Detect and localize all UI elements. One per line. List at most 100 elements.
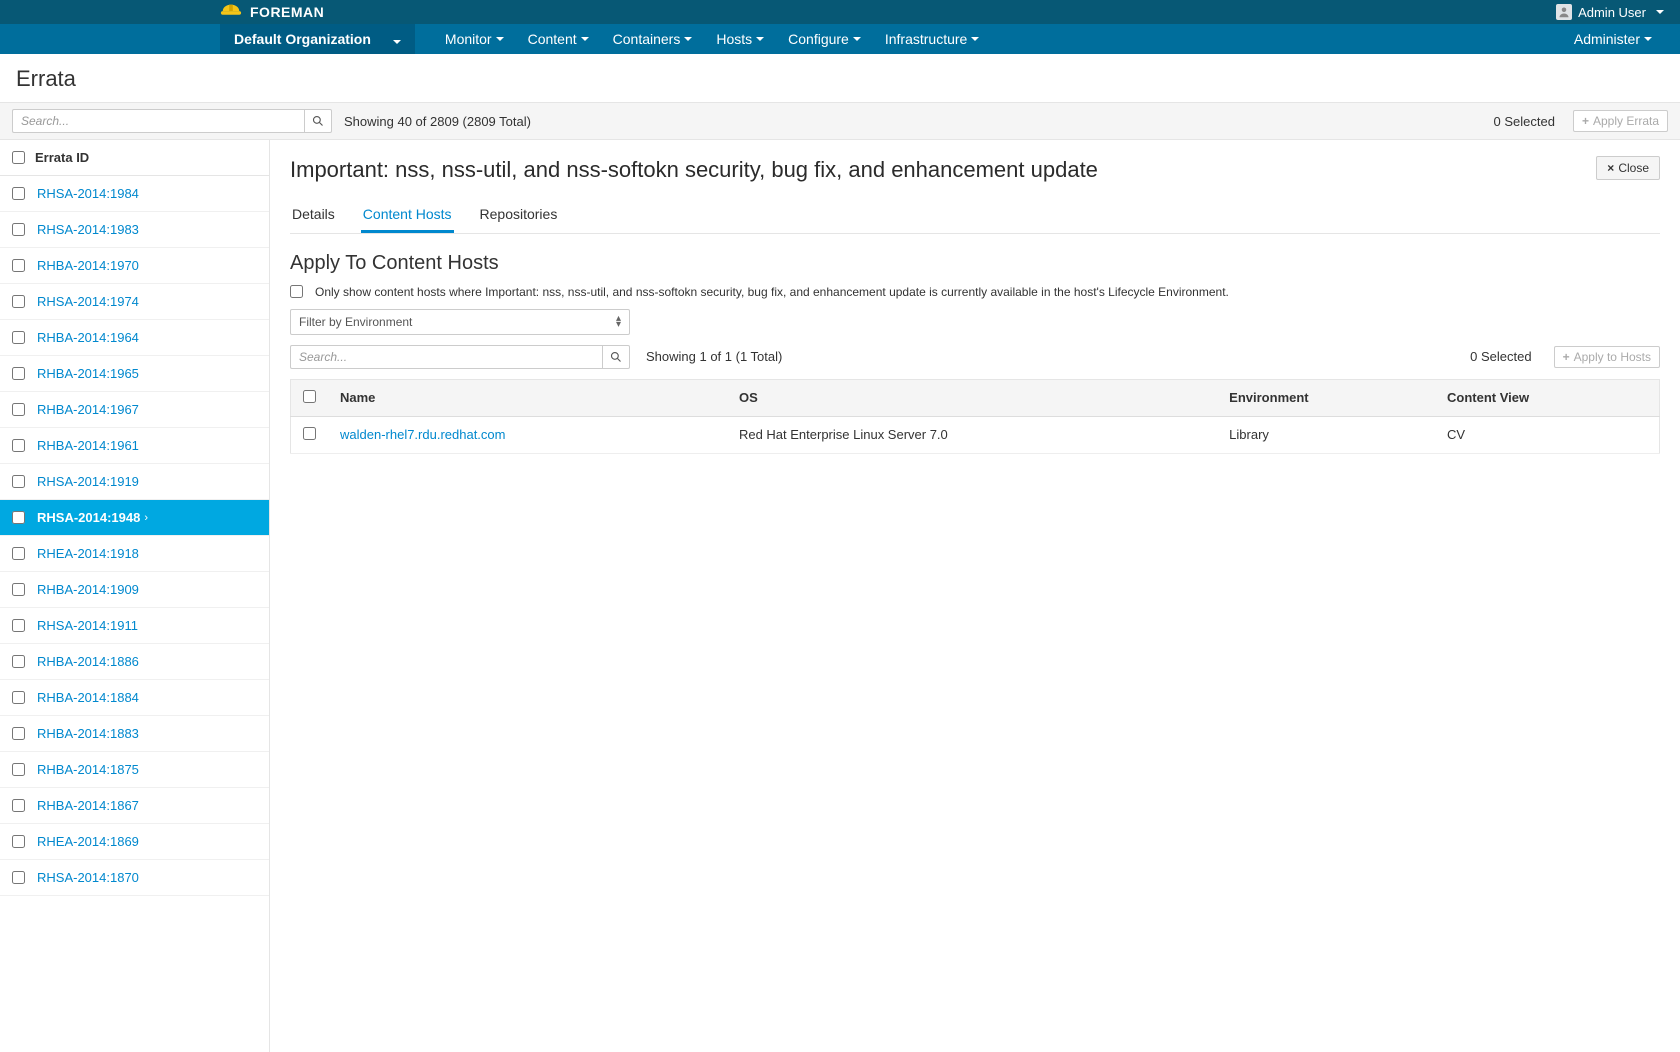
errata-item-link[interactable]: RHBA-2014:1886	[37, 654, 139, 669]
errata-item-checkbox[interactable]	[12, 835, 25, 848]
environment-filter-placeholder: Filter by Environment	[299, 315, 412, 329]
nav-monitor[interactable]: Monitor	[433, 24, 516, 54]
caret-down-icon	[756, 37, 764, 41]
errata-item-checkbox[interactable]	[12, 583, 25, 596]
errata-item-checkbox[interactable]	[12, 331, 25, 344]
lifecycle-filter-checkbox[interactable]	[290, 285, 303, 298]
apply-errata-button[interactable]: + Apply Errata	[1573, 110, 1668, 132]
errata-list-header: Errata ID	[0, 140, 269, 176]
apply-to-hosts-button[interactable]: + Apply to Hosts	[1554, 346, 1660, 368]
tab-repositories[interactable]: Repositories	[478, 198, 560, 233]
errata-item-checkbox[interactable]	[12, 223, 25, 236]
errata-item-checkbox[interactable]	[12, 367, 25, 380]
errata-list-item[interactable]: RHBA-2014:1909	[0, 572, 269, 608]
errata-item-link[interactable]: RHSA-2014:1911	[37, 618, 138, 633]
errata-item-link[interactable]: RHSA-2014:1984	[37, 186, 139, 201]
errata-list-item[interactable]: RHBA-2014:1883	[0, 716, 269, 752]
errata-item-link[interactable]: RHBA-2014:1875	[37, 762, 139, 777]
errata-item-checkbox[interactable]	[12, 475, 25, 488]
errata-list-item[interactable]: RHBA-2014:1964	[0, 320, 269, 356]
errata-list-item[interactable]: RHSA-2014:1919	[0, 464, 269, 500]
host-row-checkbox[interactable]	[303, 427, 316, 440]
errata-item-checkbox[interactable]	[12, 187, 25, 200]
errata-item-checkbox[interactable]	[12, 691, 25, 704]
hosts-search-input[interactable]	[290, 345, 602, 369]
errata-item-checkbox[interactable]	[12, 727, 25, 740]
errata-list-item[interactable]: RHSA-2014:1948›	[0, 500, 269, 536]
lifecycle-filter-label: Only show content hosts where Important:…	[315, 285, 1229, 299]
tab-details[interactable]: Details	[290, 198, 337, 233]
errata-item-link[interactable]: RHSA-2014:1919	[37, 474, 139, 489]
errata-item-checkbox[interactable]	[12, 259, 25, 272]
errata-item-link[interactable]: RHBA-2014:1909	[37, 582, 139, 597]
nav-administer[interactable]: Administer	[1562, 24, 1664, 54]
errata-item-checkbox[interactable]	[12, 511, 25, 524]
nav-containers[interactable]: Containers	[601, 24, 705, 54]
hosts-search-button[interactable]	[602, 345, 630, 369]
errata-detail-panel: Important: nss, nss-util, and nss-softok…	[270, 140, 1680, 1052]
errata-item-checkbox[interactable]	[12, 871, 25, 884]
errata-list-item[interactable]: RHSA-2014:1984	[0, 176, 269, 212]
errata-list-item[interactable]: RHEA-2014:1918	[0, 536, 269, 572]
nav-hosts[interactable]: Hosts	[704, 24, 776, 54]
errata-item-link[interactable]: RHEA-2014:1918	[37, 546, 139, 561]
environment-filter-select[interactable]: Filter by Environment ▴▾	[290, 309, 630, 335]
errata-item-link[interactable]: RHBA-2014:1965	[37, 366, 139, 381]
errata-item-link[interactable]: RHBA-2014:1883	[37, 726, 139, 741]
errata-item-link[interactable]: RHBA-2014:1961	[37, 438, 139, 453]
nav-configure[interactable]: Configure	[776, 24, 873, 54]
errata-item-link[interactable]: RHSA-2014:1948	[37, 510, 140, 525]
errata-item-link[interactable]: RHBA-2014:1970	[37, 258, 139, 273]
errata-list-item[interactable]: RHBA-2014:1970	[0, 248, 269, 284]
errata-list-item[interactable]: RHEA-2014:1869	[0, 824, 269, 860]
errata-list[interactable]: RHSA-2014:1984 RHSA-2014:1983 RHBA-2014:19…	[0, 176, 269, 1052]
errata-item-checkbox[interactable]	[12, 547, 25, 560]
errata-list-item[interactable]: RHBA-2014:1884	[0, 680, 269, 716]
org-context-dropdown[interactable]: Default Organization	[220, 24, 415, 54]
errata-item-link[interactable]: RHBA-2014:1964	[37, 330, 139, 345]
errata-item-checkbox[interactable]	[12, 799, 25, 812]
errata-list-item[interactable]: RHBA-2014:1961	[0, 428, 269, 464]
nav-infrastructure[interactable]: Infrastructure	[873, 24, 991, 54]
close-label: Close	[1618, 161, 1649, 175]
errata-search-input[interactable]	[12, 109, 304, 133]
user-menu[interactable]: Admin User	[1556, 4, 1664, 20]
errata-list-item[interactable]: RHSA-2014:1870	[0, 860, 269, 896]
errata-list-item[interactable]: RHSA-2014:1911	[0, 608, 269, 644]
errata-list-item[interactable]: RHBA-2014:1867	[0, 788, 269, 824]
host-name-link[interactable]: walden-rhel7.rdu.redhat.com	[340, 427, 505, 442]
errata-list-item[interactable]: RHSA-2014:1983	[0, 212, 269, 248]
errata-search-button[interactable]	[304, 109, 332, 133]
brand: FOREMAN	[220, 4, 324, 20]
errata-item-checkbox[interactable]	[12, 763, 25, 776]
close-icon: ×	[1607, 161, 1614, 175]
detail-tabs: Details Content Hosts Repositories	[290, 198, 1660, 234]
errata-item-checkbox[interactable]	[12, 295, 25, 308]
close-button[interactable]: × Close	[1596, 156, 1660, 180]
col-os: OS	[727, 379, 1217, 416]
errata-item-checkbox[interactable]	[12, 619, 25, 632]
errata-item-link[interactable]: RHBA-2014:1867	[37, 798, 139, 813]
errata-item-checkbox[interactable]	[12, 655, 25, 668]
hosts-table: Name OS Environment Content View walden-…	[290, 379, 1660, 454]
nav-content[interactable]: Content	[516, 24, 601, 54]
errata-list-item[interactable]: RHBA-2014:1967	[0, 392, 269, 428]
errata-item-checkbox[interactable]	[12, 439, 25, 452]
errata-list-item[interactable]: RHBA-2014:1875	[0, 752, 269, 788]
errata-item-link[interactable]: RHSA-2014:1983	[37, 222, 139, 237]
hosts-select-all-checkbox[interactable]	[303, 390, 316, 403]
errata-list-item[interactable]: RHBA-2014:1886	[0, 644, 269, 680]
apply-to-hosts-label: Apply to Hosts	[1574, 350, 1651, 364]
errata-select-all-checkbox[interactable]	[12, 151, 25, 164]
errata-item-link[interactable]: RHSA-2014:1870	[37, 870, 139, 885]
errata-item-link[interactable]: RHSA-2014:1974	[37, 294, 139, 309]
errata-item-checkbox[interactable]	[12, 403, 25, 416]
errata-item-link[interactable]: RHEA-2014:1869	[37, 834, 139, 849]
hosts-search-group	[290, 345, 630, 369]
errata-item-link[interactable]: RHBA-2014:1967	[37, 402, 139, 417]
errata-list-item[interactable]: RHBA-2014:1965	[0, 356, 269, 392]
errata-list-item[interactable]: RHSA-2014:1974	[0, 284, 269, 320]
tab-content-hosts[interactable]: Content Hosts	[361, 198, 454, 233]
errata-item-link[interactable]: RHBA-2014:1884	[37, 690, 139, 705]
search-icon	[610, 351, 622, 363]
